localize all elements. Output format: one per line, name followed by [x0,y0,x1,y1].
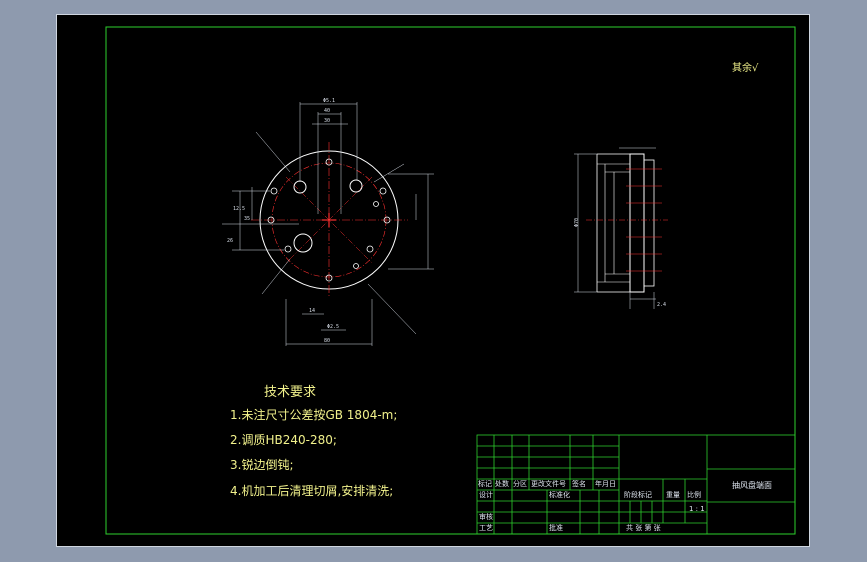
tb-header-zone: 分区 [513,479,527,488]
tb-scale-value: 1 : 1 [689,505,705,513]
cad-drawing-canvas: 其余√ Φ5.1 40 30 12.5 26 35 14 Φ2.5 80 Φ70… [56,14,810,547]
dim-bottom-1: 14 [309,308,315,314]
dim-left-2: 26 [227,238,233,244]
tb-stage-mark-label: 阶段标记 [624,490,652,499]
tb-process-label: 工艺 [479,524,493,532]
hole-upper-right [349,179,363,193]
small-hole-2 [379,187,387,195]
tech-req-item-4: 4.机加工后清理切屑,安排清洗; [230,483,393,498]
tb-part-name: 抽风盘端面 [732,480,772,490]
tb-header-mark: 标记 [478,479,492,488]
title-block-text: 标记 处数 分区 更改文件号 签名 年月日 设计 标准化 审核 工艺 批准 阶段… [478,479,772,532]
dim-left-1: 12.5 [233,206,245,212]
small-hole-10 [373,201,379,207]
dim-top-2: 40 [324,108,330,114]
tb-header-date: 年月日 [595,479,616,488]
tb-sheets-label: 共 张 第 张 [626,523,661,532]
large-hole [293,233,313,253]
tech-req-item-1: 1.未注尺寸公差按GB 1804-m; [230,407,397,422]
technical-requirements: 技术要求 1.未注尺寸公差按GB 1804-m; 2.调质HB240-280; … [230,385,397,498]
small-hole-8 [284,245,292,253]
dim-bottom-3: 80 [324,338,330,344]
dim-bottom-2: Φ2.5 [327,324,339,330]
small-hole-9 [353,263,359,269]
tb-design-label: 设计 [479,490,493,499]
side-view: Φ70 2.4 [574,147,668,309]
dim-side-2: 2.4 [657,302,666,308]
tech-req-item-3: 3.锐边倒钝; [230,458,294,472]
tech-req-title: 技术要求 [264,385,316,400]
tb-scale-label: 比例 [687,490,701,499]
tb-header-sign: 签名 [572,479,586,488]
drawing-frame [105,26,796,535]
tb-approve-label: 批准 [549,523,563,532]
tb-standardize-label: 标准化 [549,490,570,499]
small-hole-7 [366,245,374,253]
dim-top-3: 30 [324,118,330,124]
dim-left-3: 35 [244,216,250,222]
roughness-note: 其余√ [732,61,759,74]
tb-review-label: 审核 [479,512,493,521]
tech-req-item-2: 2.调质HB240-280; [230,433,337,447]
tb-weight-label: 重量 [666,491,680,499]
sheet-border [56,14,810,547]
tb-header-count: 处数 [495,479,509,488]
dimension-lines [222,102,434,346]
dim-top-1: Φ5.1 [323,98,335,104]
front-view: Φ5.1 40 30 12.5 26 35 14 Φ2.5 80 [222,98,434,346]
dim-side-1: Φ70 [574,218,580,227]
drawing-svg: 其余√ Φ5.1 40 30 12.5 26 35 14 Φ2.5 80 Φ70… [56,14,810,547]
small-hole-1 [270,187,278,195]
tb-header-change-doc: 更改文件号 [531,479,566,488]
